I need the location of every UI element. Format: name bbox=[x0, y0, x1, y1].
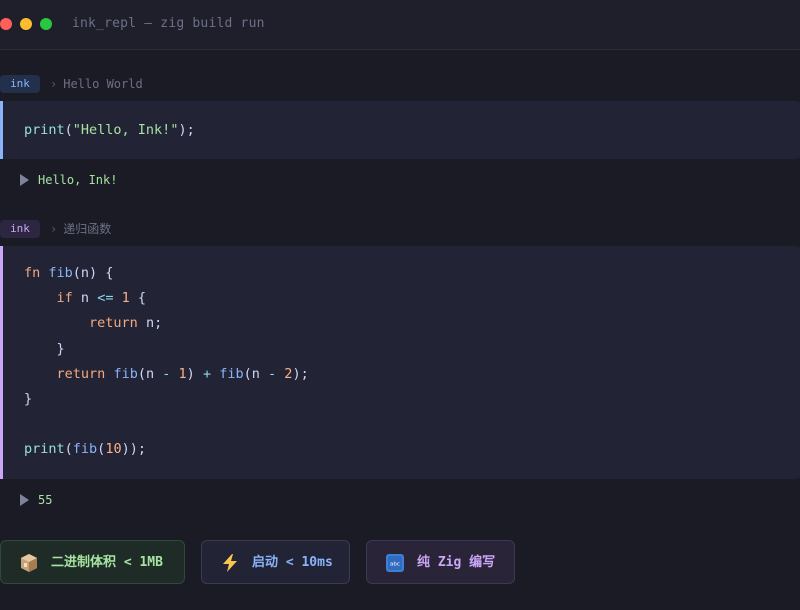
feature-label: 纯 Zig 编写 bbox=[417, 555, 496, 570]
code-editor[interactable]: fn fib(n) { if n <= 1 { return n; } retu… bbox=[0, 246, 800, 479]
output-text: Hello, Ink! bbox=[38, 173, 118, 187]
code-line: return n; bbox=[89, 315, 163, 331]
close-window-button[interactable] bbox=[0, 18, 12, 30]
minimize-window-button[interactable] bbox=[20, 18, 32, 30]
maximize-window-button[interactable] bbox=[40, 18, 52, 30]
package-box-icon bbox=[19, 553, 39, 573]
code-line: } bbox=[24, 391, 33, 407]
code-line: print(fib(10)); bbox=[24, 441, 146, 457]
output-arrow-icon bbox=[20, 494, 29, 506]
svg-text:abc: abc bbox=[390, 562, 400, 568]
feature-label: 启动 < 10ms bbox=[252, 555, 333, 570]
breadcrumb-separator: › bbox=[50, 77, 58, 91]
code-editor[interactable]: print("Hello, Ink!"); bbox=[0, 101, 800, 159]
window-titlebar: ink_repl — zig build run bbox=[0, 0, 800, 50]
cell-title: 递归函数 bbox=[63, 222, 112, 236]
code-line: if n <= 1 { bbox=[56, 290, 147, 306]
breadcrumb: › 递归函数 bbox=[50, 220, 111, 238]
code-line: } bbox=[56, 341, 65, 357]
breadcrumb: › Hello World bbox=[50, 75, 143, 93]
lightning-icon bbox=[220, 553, 240, 573]
cell-title: Hello World bbox=[63, 77, 143, 91]
breadcrumb-separator: › bbox=[50, 222, 58, 236]
feature-binary-size: 二进制体积 < 1MB bbox=[0, 540, 185, 584]
code-line: print("Hello, Ink!"); bbox=[24, 122, 195, 138]
output-arrow-icon bbox=[20, 174, 29, 186]
abc-badge-icon: abc bbox=[385, 553, 405, 573]
feature-pure-zig: abc 纯 Zig 编写 bbox=[366, 540, 515, 584]
feature-startup-time: 启动 < 10ms bbox=[201, 540, 350, 584]
code-line: fn fib(n) { bbox=[24, 265, 114, 281]
language-badge: ink bbox=[0, 220, 40, 238]
feature-label: 二进制体积 < 1MB bbox=[51, 555, 163, 570]
code-line: return fib(n - 1) + fib(n - 2); bbox=[56, 366, 309, 382]
window-title: ink_repl — zig build run bbox=[72, 16, 265, 31]
output-text: 55 bbox=[38, 493, 53, 507]
language-badge: ink bbox=[0, 75, 40, 93]
